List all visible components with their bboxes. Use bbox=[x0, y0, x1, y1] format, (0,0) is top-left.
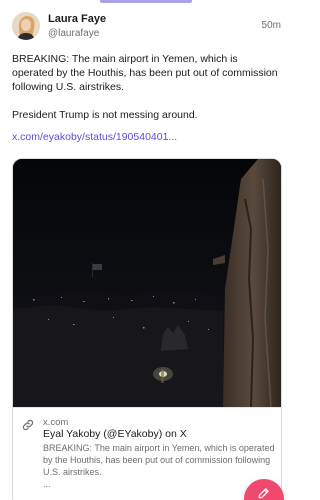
preview-description-text: BREAKING: The main airport in Yemen, whi… bbox=[43, 443, 275, 477]
pencil-icon bbox=[258, 488, 269, 499]
author-name[interactable]: Laura Faye bbox=[48, 13, 106, 25]
author-handle[interactable]: @laurafaye bbox=[48, 28, 99, 39]
preview-meta[interactable]: x.com Eyal Yakoby (@EYakoby) on X BREAKI… bbox=[13, 407, 281, 500]
post-body: BREAKING: The main airport in Yemen, whi… bbox=[12, 52, 280, 136]
post-link[interactable]: x.com/eyakoby/status/190540401... bbox=[12, 131, 177, 143]
link-preview-card[interactable]: x.com Eyal Yakoby (@EYakoby) on X BREAKI… bbox=[12, 158, 282, 500]
post-text-paragraph: BREAKING: The main airport in Yemen, whi… bbox=[12, 53, 278, 93]
post-text-paragraph: President Trump is not messing around. bbox=[12, 109, 198, 121]
preview-domain: x.com bbox=[43, 417, 69, 428]
avatar[interactable] bbox=[12, 12, 40, 40]
preview-title[interactable]: Eyal Yakoby (@EYakoby) on X bbox=[43, 428, 187, 440]
post-timestamp: 50m bbox=[261, 20, 281, 31]
preview-description: BREAKING: The main airport in Yemen, whi… bbox=[43, 442, 275, 490]
link-icon bbox=[21, 418, 35, 432]
post-header: Laura Faye @laurafaye 50m bbox=[12, 12, 281, 44]
feed-post: Laura Faye @laurafaye 50m BREAKING: The … bbox=[0, 0, 293, 500]
preview-description-ellipsis: ... bbox=[43, 479, 51, 489]
preview-image[interactable] bbox=[13, 159, 281, 407]
